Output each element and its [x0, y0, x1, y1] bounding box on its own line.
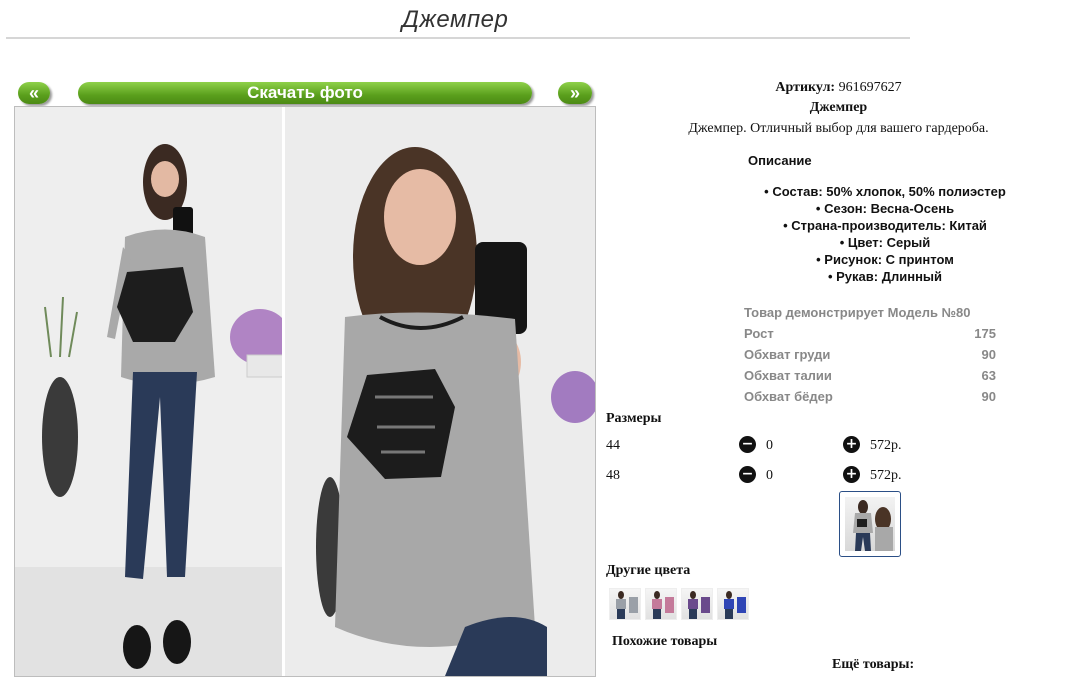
title-divider: [6, 37, 910, 39]
feature-item: • Сезон: Весна-Осень: [815, 201, 955, 216]
color-swatch[interactable]: [681, 588, 713, 620]
size-label: 44: [606, 438, 620, 453]
sku-value: 961697627: [838, 80, 902, 95]
product-photo-gallery: [14, 106, 596, 677]
model-row: Обхват талии 63: [744, 368, 996, 383]
color-swatch[interactable]: [609, 588, 641, 620]
feature-item: • Рисунок: С принтом: [816, 252, 954, 267]
selected-photo-thumbnail[interactable]: [839, 491, 901, 557]
color-swatch[interactable]: [645, 588, 677, 620]
color-swatch[interactable]: [717, 588, 749, 620]
size-label: 48: [606, 468, 620, 483]
size-row-44: 44 − 0 + 572р.: [606, 436, 926, 456]
model-full-length-illustration: [15, 107, 282, 676]
feature-list: • Состав: 50% хлопок, 50% полиэстер • Се…: [700, 183, 1070, 285]
next-photo-button[interactable]: »: [558, 82, 592, 104]
feature-item: • Цвет: Серый: [839, 235, 931, 250]
product-name: Джемпер: [809, 100, 868, 115]
model-row: Рост 175: [744, 326, 996, 341]
feature-item: • Состав: 50% хлопок, 50% полиэстер: [764, 184, 1006, 199]
more-products-heading: Ещё товары:: [832, 657, 915, 672]
sku-line: Артикул: 961697627: [606, 80, 1071, 96]
page-title: Джемпер: [402, 6, 509, 33]
model-heading: Товар демонстрирует Модель №80: [744, 305, 971, 320]
quantity-value: 0: [766, 438, 773, 453]
product-photo-closeup[interactable]: [285, 107, 595, 676]
product-short-description: Джемпер. Отличный выбор для вашего гарде…: [688, 121, 989, 136]
model-row: Обхват груди 90: [744, 347, 996, 362]
similar-products-heading: Похожие товары: [612, 634, 718, 649]
prev-photo-button[interactable]: «: [18, 82, 50, 104]
model-row: Обхват бёдер 90: [744, 389, 996, 404]
plus-circle-icon[interactable]: +: [843, 436, 860, 453]
sku-label: Артикул:: [775, 80, 836, 95]
plus-circle-icon[interactable]: +: [843, 466, 860, 483]
thumbnail-image: [845, 497, 895, 551]
feature-item: • Рукав: Длинный: [827, 269, 943, 284]
quantity-value: 0: [766, 468, 773, 483]
model-measurements: Товар демонстрирует Модель №80 Рост 175 О…: [744, 302, 996, 407]
price-value: 572р.: [870, 438, 902, 453]
price-value: 572р.: [870, 468, 902, 483]
download-photo-button[interactable]: Скачать фото: [78, 82, 532, 104]
product-photo-full-length[interactable]: [15, 107, 285, 676]
sizes-heading: Размеры: [606, 411, 662, 426]
description-heading: Описание: [748, 153, 812, 168]
feature-item: • Страна-производитель: Китай: [783, 218, 987, 233]
size-row-48: 48 − 0 + 572р.: [606, 466, 926, 486]
minus-circle-icon[interactable]: −: [739, 466, 756, 483]
model-closeup-illustration: [285, 107, 595, 676]
minus-circle-icon[interactable]: −: [739, 436, 756, 453]
other-colors-heading: Другие цвета: [606, 563, 691, 578]
